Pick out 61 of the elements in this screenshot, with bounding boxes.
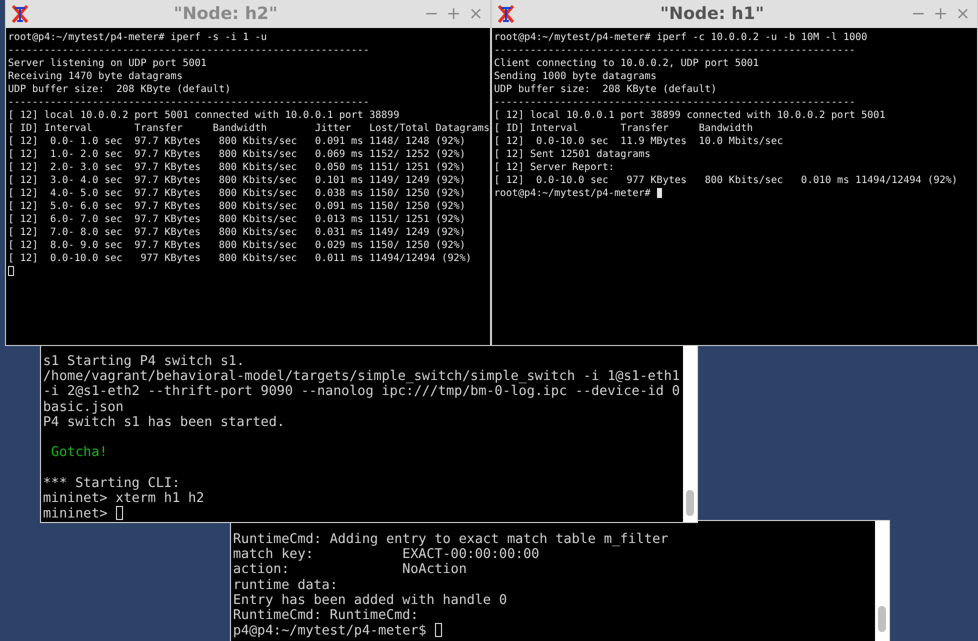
terminal-line: basic.json	[43, 400, 124, 415]
terminal-line: [ 12] 5.0- 6.0 sec 97.7 KBytes 800 Kbits/sec 0.091 ms 1150/ 1250 (92%)	[8, 201, 466, 212]
terminal-line: [ 12] 7.0- 8.0 sec 97.7 KBytes 800 Kbits/sec 0.031 ms 1149/ 1249 (92%)	[8, 227, 466, 238]
terminal-line: [ 12] local 10.0.0.1 port 38899 connected with 10.0.0.2 port 5001	[494, 110, 886, 121]
terminal-line: [ 12] 1.0- 2.0 sec 97.7 KBytes 800 Kbits/sec 0.069 ms 1152/ 1252 (92%)	[8, 149, 466, 160]
terminal-line: [ 12] 3.0- 4.0 sec 97.7 KBytes 800 Kbits/sec 0.101 ms 1149/ 1249 (92%)	[8, 175, 466, 186]
terminal-line: [ 12] 6.0- 7.0 sec 97.7 KBytes 800 Kbits/sec 0.013 ms 1151/ 1251 (92%)	[8, 214, 466, 225]
terminal-line: [ 12] 0.0-10.0 sec 977 KBytes 800 Kbits/sec 0.010 ms 11494/12494 (92%)	[494, 175, 958, 186]
window-control-button[interactable]: +	[444, 4, 464, 24]
terminal-line: root@p4:~/mytest/p4-meter# iperf -s -i 1 -u	[8, 32, 267, 43]
terminal-line: mininet>	[43, 506, 108, 522]
app-logo-icon	[10, 4, 30, 24]
terminal-line: RuntimeCmd: RuntimeCmd:	[233, 608, 418, 624]
terminal-line: -i 2@s1-eth2 --thrift-port 9090 --nanolog ipc:///tmp/bm-0-log.ipc --device-id 0	[43, 384, 680, 400]
terminal-line: [ ID] Interval Transfer Bandwidth	[494, 123, 753, 134]
terminal-line: root@p4:~/mytest/p4-meter# iperf -c 10.0.0.2 -u -b 10M -l 1000	[494, 32, 868, 43]
terminal-line: Server listening on UDP port 5001	[8, 58, 207, 69]
terminal-line: [ 12] 2.0- 3.0 sec 97.7 KBytes 800 Kbits/sec 0.050 ms 1151/ 1251 (92%)	[8, 162, 466, 173]
scrollbar[interactable]	[683, 346, 697, 522]
terminal-line: UDP buffer size: 208 KByte (default)	[8, 84, 231, 95]
terminal-line: match key: EXACT-00:00:00:00	[233, 547, 540, 562]
terminal-line: RuntimeCmd: Adding entry to exact match table m_filter	[233, 532, 668, 547]
terminal-line: UDP buffer size: 208 KByte (default)	[494, 84, 717, 95]
terminal-line: s1 Starting P4 switch s1.	[43, 354, 245, 369]
terminal-line: ------------------------------------------------------------	[8, 97, 370, 108]
terminal-line: ------------------------------------------------------------	[8, 45, 370, 56]
terminal-line: Entry has been added with handle 0	[233, 592, 508, 608]
terminal-line: ------------------------------------------------------------	[494, 45, 856, 56]
terminal-line: mininet> xterm h1 h2	[43, 490, 204, 506]
window-title: "Node: h2"	[172, 4, 279, 24]
terminal-line: root@p4:~/mytest/p4-meter#	[494, 188, 652, 199]
terminal-line: [ 12] 8.0- 9.0 sec 97.7 KBytes 800 Kbits/sec 0.029 ms 1150/ 1250 (92%)	[8, 240, 466, 251]
window-control-button[interactable]: +	[930, 4, 951, 24]
terminal-line: [ 12] 0.0-10.0 sec 977 KBytes 800 Kbits/sec 0.011 ms 11494/12494 (92%)	[8, 253, 472, 264]
terminal-line: [ 12] 0.0- 1.0 sec 97.7 KBytes 800 Kbits/sec 0.091 ms 1148/ 1248 (92%)	[8, 136, 466, 147]
terminal-line: [ 12] Server Report:	[494, 162, 614, 173]
terminal-line: p4@p4:~/mytest/p4-meter$	[233, 624, 428, 639]
terminal-line: [ ID] Interval Transfer Bandwidth Jitter Lost/Total Datagrams	[8, 123, 490, 134]
scrollbar-thumb[interactable]	[686, 490, 694, 516]
terminal-line: [ 12] Sent 12501 datagrams	[494, 149, 651, 160]
window-control-button[interactable]: ×	[466, 4, 486, 24]
terminal-line: Sending 1000 byte datagrams	[494, 71, 657, 82]
scrollbar-thumb[interactable]	[878, 606, 886, 632]
terminal-line: runtime data:	[233, 578, 338, 593]
terminal-line: *** Starting CLI:	[43, 476, 180, 491]
terminal-line: action: NoAction	[233, 562, 467, 578]
terminal-line: Gotcha!	[50, 445, 108, 460]
terminal-line: Receiving 1470 byte datagrams	[8, 71, 183, 82]
app-logo-icon	[496, 4, 516, 24]
window-control-button[interactable]: −	[908, 4, 928, 24]
terminal-line: [ 12] 4.0- 5.0 sec 97.7 KBytes 800 Kbits/sec 0.038 ms 1150/ 1250 (92%)	[8, 188, 466, 199]
terminal-line: /home/vagrant/behavioral-model/targets/simple_switch/simple_switch -i 1@s1-eth1	[43, 369, 680, 384]
window-control-button[interactable]: −	[421, 4, 442, 24]
terminal-line: P4 switch s1 has been started.	[43, 414, 285, 430]
window-title: "Node: h1"	[659, 4, 766, 24]
terminal-line: ------------------------------------------------------------	[494, 97, 856, 108]
terminal-line: [ 12] local 10.0.0.2 port 5001 connected with 10.0.0.1 port 38899	[8, 110, 400, 121]
window-control-button[interactable]: ×	[952, 4, 973, 24]
terminal-line: [ 12] 0.0-10.0 sec 11.9 MBytes 10.0 Mbits/sec	[494, 136, 783, 147]
terminal-line: Client connecting to 10.0.0.2, UDP port 5001	[494, 58, 759, 69]
scrollbar[interactable]	[875, 521, 889, 641]
